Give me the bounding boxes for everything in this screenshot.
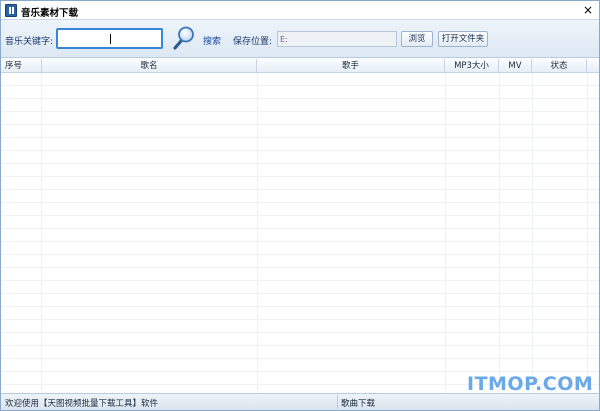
save-path-field[interactable] [277,31,397,47]
column-header-status[interactable]: 状态 [532,59,587,73]
search-button[interactable]: 搜索 [203,34,221,47]
status-message: 欢迎使用【天图视频批量下载工具】软件 [5,399,159,409]
window-title: 音乐素材下载 [21,8,79,19]
open-folder-button[interactable]: 打开文件夹 [438,31,488,47]
column-header-mv[interactable]: MV [499,59,532,73]
column-divider [445,73,446,393]
column-divider [587,73,588,393]
column-divider [499,73,500,393]
column-header-singer[interactable]: 歌手 [257,59,445,73]
table-body[interactable] [1,73,599,393]
status-bar: 欢迎使用【天图视频批量下载工具】软件 歌曲下载 [1,393,599,410]
status-mode: 歌曲下载 [341,399,376,409]
song-table: 序号 歌名 歌手 MP3大小 MV 状态 [1,59,599,393]
table-header: 序号 歌名 歌手 MP3大小 MV 状态 [1,59,599,73]
search-icon[interactable] [173,26,195,50]
column-header-index[interactable]: 序号 [1,59,42,73]
column-header-song[interactable]: 歌名 [42,59,257,73]
text-caret [110,34,111,44]
title-bar[interactable]: 音乐素材下载 × [1,1,599,20]
save-location-label: 保存位置: [233,37,273,47]
main-window: 音乐素材下载 × 音乐关键字: 搜索 保存位置: 浏览 打开文件夹 [0,0,600,411]
status-divider [337,395,338,409]
close-button[interactable]: × [581,3,595,17]
column-header-size[interactable]: MP3大小 [445,59,499,73]
watermark-logo: ITMOP.COM [467,373,594,395]
toolbar: 音乐关键字: 搜索 保存位置: 浏览 打开文件夹 [1,20,599,58]
keyword-label: 音乐关键字: [5,37,54,47]
column-divider [257,73,258,393]
column-divider [532,73,533,393]
browse-button[interactable]: 浏览 [401,31,433,47]
app-icon [5,4,17,17]
